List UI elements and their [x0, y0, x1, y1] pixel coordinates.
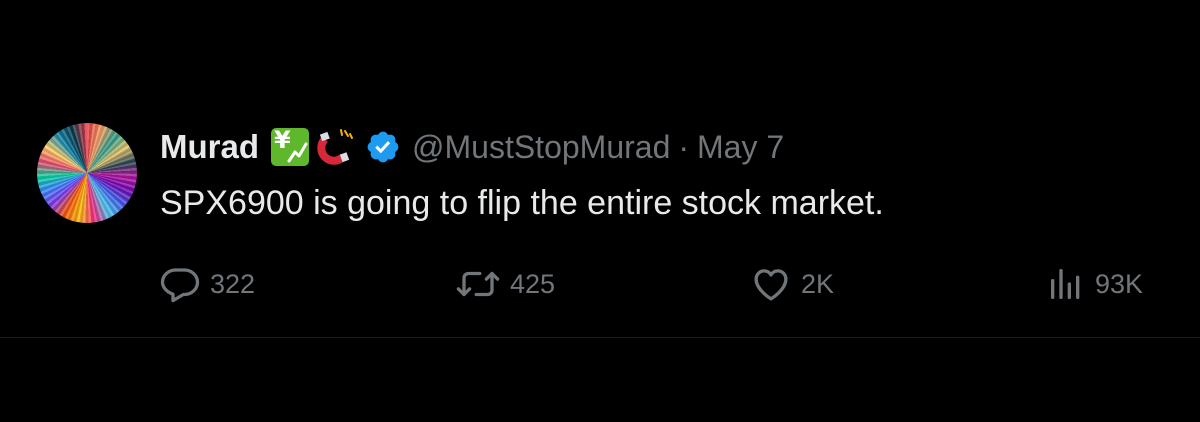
tweet-text: SPX6900 is going to flip the entire stoc…: [160, 184, 884, 222]
reply-icon: [159, 263, 201, 305]
repost-button[interactable]: 425: [455, 263, 555, 305]
tweet-date[interactable]: May 7: [697, 129, 784, 166]
reply-count: 322: [210, 268, 256, 299]
separator-dot: ·: [678, 128, 690, 165]
user-handle[interactable]: @MustStopMurad: [412, 129, 670, 166]
avatar[interactable]: [37, 123, 137, 223]
view-count: 93K: [1095, 268, 1144, 299]
display-name[interactable]: Murad: [160, 128, 259, 166]
like-button[interactable]: 2K: [750, 263, 834, 305]
tweet-header: Murad ¥ @MustStopMurad · May 7: [160, 124, 784, 170]
tweet[interactable]: Murad ¥ @MustStopMurad · May 7 SPX6900 i…: [0, 0, 1200, 338]
verified-badge-icon[interactable]: [365, 129, 401, 165]
reply-button[interactable]: 322: [159, 263, 255, 305]
views-chart-icon: [1046, 263, 1086, 305]
magnet-emoji-icon: [315, 127, 355, 167]
chart-yen-emoji-icon: ¥: [271, 126, 309, 166]
views-button[interactable]: 93K: [1046, 263, 1143, 305]
repost-icon: [455, 263, 501, 305]
repost-count: 425: [510, 268, 556, 299]
like-count: 2K: [801, 268, 835, 299]
heart-icon: [750, 263, 792, 305]
